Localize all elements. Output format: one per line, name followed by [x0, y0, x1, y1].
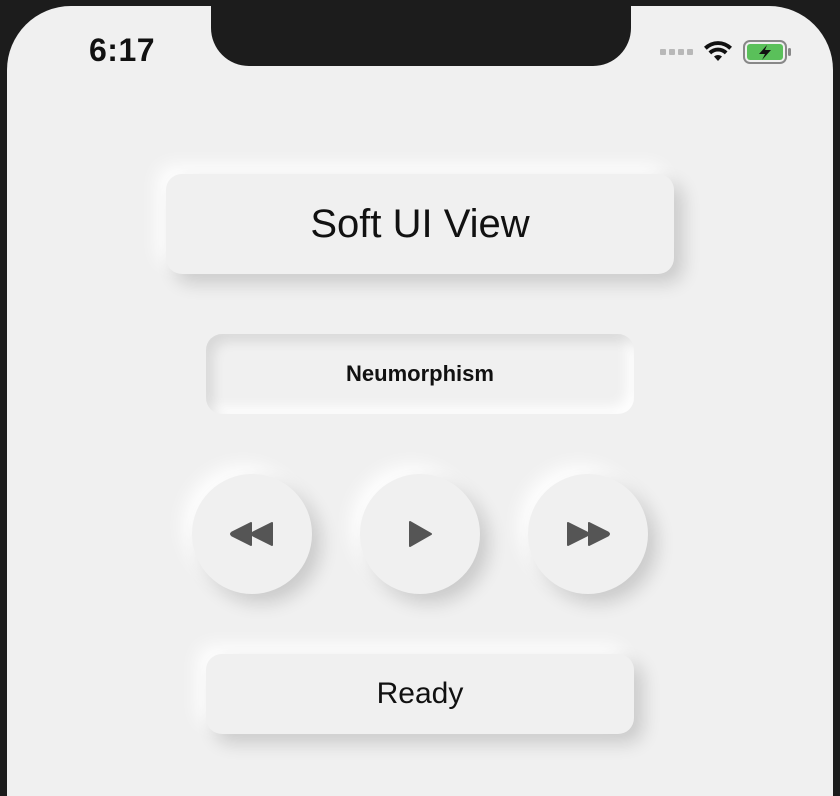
fast-forward-button[interactable] — [528, 474, 648, 594]
notch — [211, 6, 631, 66]
status-card: Ready — [206, 654, 634, 734]
fast-forward-icon — [567, 522, 610, 546]
status-label: Ready — [376, 677, 464, 710]
rewind-button[interactable] — [192, 474, 312, 594]
play-icon — [409, 521, 432, 547]
battery-charging-icon — [743, 40, 793, 64]
status-time: 6:17 — [89, 32, 156, 68]
wifi-icon — [703, 41, 733, 63]
rewind-icon — [230, 522, 273, 546]
signal-bars-icon — [660, 49, 693, 55]
subtitle-field: Neumorphism — [206, 334, 634, 414]
page-title: Soft UI View — [310, 201, 530, 246]
phone-screen: 6:17 Soft UI View Neumorphism Ready — [7, 6, 833, 796]
subtitle-label: Neumorphism — [346, 361, 494, 386]
title-card: Soft UI View — [166, 174, 674, 274]
play-button[interactable] — [360, 474, 480, 594]
status-icons — [660, 40, 793, 64]
